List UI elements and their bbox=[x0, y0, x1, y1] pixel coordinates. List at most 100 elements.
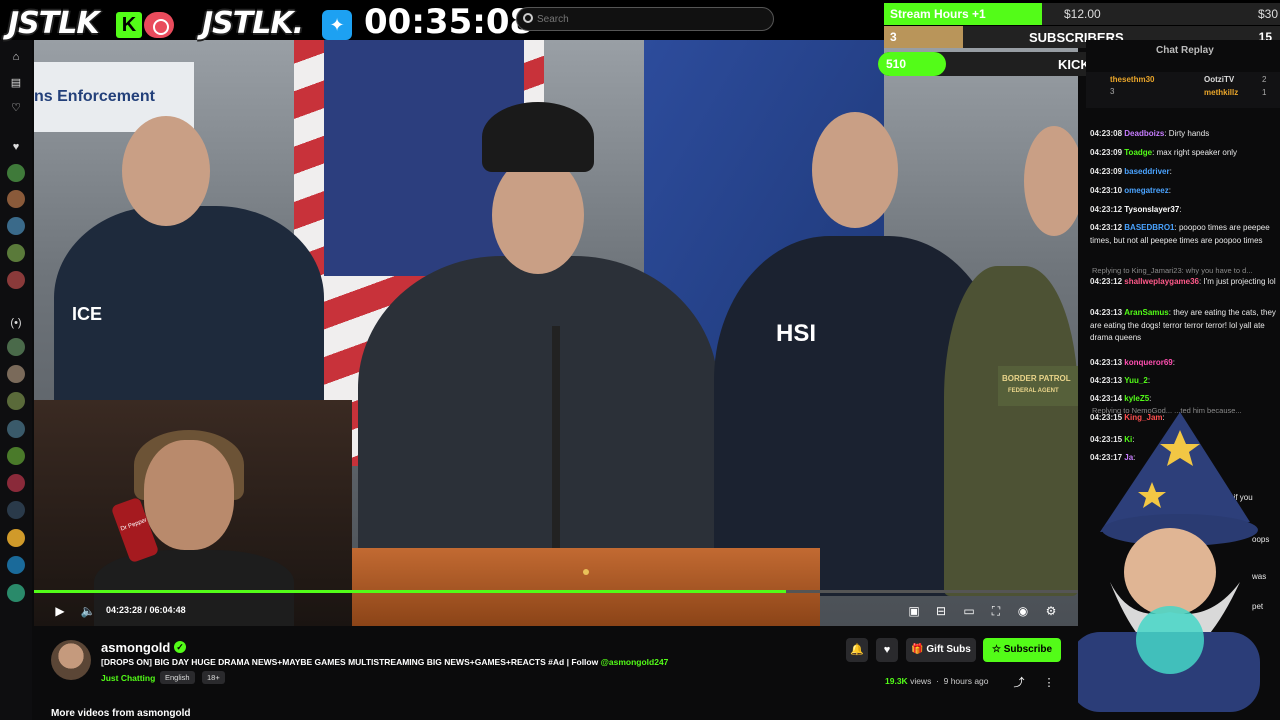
stream-age: 9 hours ago bbox=[943, 676, 989, 686]
verified-check-icon: ✓ bbox=[174, 641, 186, 653]
chat-username[interactable]: Tysonslayer37 bbox=[1124, 205, 1179, 214]
chat-timestamp: 04:23:13 bbox=[1090, 358, 1123, 367]
wizard-hat bbox=[1100, 412, 1250, 532]
person-left-head bbox=[122, 116, 210, 226]
chat-username[interactable]: BASEDBRO1 bbox=[1124, 223, 1174, 232]
chat-username[interactable]: Toadge bbox=[1124, 148, 1152, 157]
notification-bell-icon[interactable]: 🔔 bbox=[846, 638, 868, 662]
chat-timestamp: 04:23:14 bbox=[1090, 394, 1123, 403]
time-total: 06:04:48 bbox=[149, 605, 186, 615]
recommended-channel-avatar[interactable] bbox=[7, 338, 25, 356]
recommended-channel-avatar[interactable] bbox=[7, 365, 25, 383]
home-icon[interactable]: ⌂ bbox=[9, 50, 23, 64]
patch: BORDER PATROL FEDERAL AGENT bbox=[998, 366, 1078, 406]
chat-username[interactable]: AranSamus bbox=[1124, 308, 1168, 317]
gift-subs-button[interactable]: 🎁 Gift Subs bbox=[906, 638, 976, 662]
wizard-mascot bbox=[1070, 412, 1260, 712]
speaker-cap bbox=[482, 102, 594, 172]
chat-timestamp: 04:23:10 bbox=[1090, 186, 1123, 195]
following-icon: ♥ bbox=[12, 141, 20, 153]
search-bar[interactable] bbox=[516, 7, 774, 31]
chat-timestamp: 04:23:13 bbox=[1090, 308, 1123, 317]
chat-timestamp: 04:23:13 bbox=[1090, 376, 1123, 385]
gift-subs-label: Gift Subs bbox=[926, 644, 971, 655]
jstlk-logo-right: JSTLK. bbox=[202, 6, 304, 41]
views-suffix: views bbox=[910, 676, 932, 686]
more-videos-heading: More videos from asmongold bbox=[51, 708, 191, 719]
recommended-channel-avatar[interactable] bbox=[7, 501, 25, 519]
chat-message: 04:23:09 Toadge: max right speaker only bbox=[1090, 148, 1238, 157]
chat-username[interactable]: omegatreez bbox=[1124, 186, 1168, 195]
theater-mode-icon[interactable]: ▭ bbox=[961, 603, 977, 619]
browse-icon[interactable]: ▤ bbox=[9, 76, 23, 90]
chat-timestamp: 04:23:09 bbox=[1090, 167, 1123, 176]
language-tag[interactable]: English bbox=[160, 671, 195, 684]
recommended-channel-avatar[interactable] bbox=[7, 420, 25, 438]
clip-icon[interactable]: ⊟ bbox=[933, 603, 949, 619]
subscribe-button[interactable]: ☆ Subscribe bbox=[983, 638, 1061, 662]
chat-text: Dirty hands bbox=[1168, 129, 1210, 138]
top-gifter-1: thesethm30 bbox=[1110, 75, 1155, 84]
search-input[interactable] bbox=[535, 10, 765, 28]
record-icon bbox=[144, 12, 174, 38]
chat-message: 04:23:10 omegatreez: bbox=[1090, 186, 1171, 195]
chat-message: 04:23:13 AranSamus: they are eating the … bbox=[1090, 308, 1276, 342]
heart-icon[interactable]: ♡ bbox=[9, 101, 23, 115]
chat-username[interactable]: kyleZ5 bbox=[1124, 394, 1149, 403]
podium bbox=[352, 548, 820, 626]
recommended-channel-avatar[interactable] bbox=[7, 529, 25, 547]
chat-reply-context: Replying to King_Jamari23: why you have … bbox=[1092, 266, 1253, 275]
recommended-channel-avatar[interactable] bbox=[7, 447, 25, 465]
soda-can-label: Dr Pepper bbox=[120, 517, 148, 533]
ice-label: ICE bbox=[72, 304, 103, 324]
channel-name[interactable]: asmongold bbox=[101, 640, 170, 655]
chat-username[interactable]: shallweplaygame36 bbox=[1124, 277, 1199, 286]
chat-timestamp: 04:23:12 bbox=[1090, 277, 1123, 286]
donation-current: $12.00 bbox=[1064, 7, 1101, 21]
subs-current: 3 bbox=[890, 30, 897, 44]
follow-heart-icon[interactable]: ♥ bbox=[876, 638, 898, 662]
chat-username[interactable]: konqueror69 bbox=[1124, 358, 1172, 367]
recommended-channel-avatar[interactable] bbox=[7, 584, 25, 602]
recommended-icon: (•) bbox=[10, 317, 22, 329]
video-timecode: 04:23:28 / 06:04:48 bbox=[106, 605, 186, 615]
chat-username[interactable]: baseddriver bbox=[1124, 167, 1169, 176]
hsi-label: HSI bbox=[776, 320, 817, 347]
play-icon[interactable]: ▶ bbox=[52, 603, 68, 619]
crystal-ball bbox=[1136, 606, 1204, 674]
title-handle-link[interactable]: @asmongold247 bbox=[601, 657, 669, 667]
followed-channel-avatar[interactable] bbox=[7, 244, 25, 262]
share-icon[interactable]: ⤴ bbox=[1008, 671, 1030, 695]
age-tag[interactable]: 18+ bbox=[202, 671, 225, 684]
fullscreen-icon[interactable]: ⛶ bbox=[988, 603, 1004, 619]
recommended-channel-avatar[interactable] bbox=[7, 556, 25, 574]
wizard-face bbox=[1124, 528, 1216, 616]
stream-title-text: [DROPS ON] BIG DAY HUGE DRAMA NEWS+MAYBE… bbox=[101, 657, 601, 667]
followed-channel-avatar[interactable] bbox=[7, 217, 25, 235]
followed-channel-avatar[interactable] bbox=[7, 271, 25, 289]
channel-avatar[interactable] bbox=[51, 640, 91, 680]
kick-logo-icon: K bbox=[116, 12, 142, 38]
stream-title: [DROPS ON] BIG DAY HUGE DRAMA NEWS+MAYBE… bbox=[101, 657, 801, 667]
more-options-icon[interactable]: ⋮ bbox=[1038, 671, 1060, 695]
video-player[interactable]: ns Enforcement ICE HSI BORDER PATROL FED… bbox=[34, 36, 1078, 626]
person-far-right bbox=[944, 266, 1078, 596]
volume-icon[interactable]: 🔈 bbox=[80, 603, 96, 619]
jstlk-logo-left: JSTLK bbox=[8, 6, 100, 41]
followed-channel-avatar[interactable] bbox=[7, 190, 25, 208]
chat-username[interactable]: Deadboizs bbox=[1124, 129, 1164, 138]
recommended-channel-avatar[interactable] bbox=[7, 474, 25, 492]
recommended-channel-avatar[interactable] bbox=[7, 392, 25, 410]
quality-icon[interactable]: ◉ bbox=[1015, 603, 1031, 619]
stream-timer: 00:35:08 bbox=[364, 2, 534, 42]
followed-channel-avatar[interactable] bbox=[7, 164, 25, 182]
settings-gear-icon[interactable]: ⚙ bbox=[1043, 603, 1059, 619]
pip-icon[interactable]: ▣ bbox=[906, 603, 922, 619]
chat-username[interactable]: Yuu_2 bbox=[1124, 376, 1148, 385]
speaker bbox=[358, 256, 718, 586]
top-gifter-2: OotziTV bbox=[1204, 75, 1235, 84]
chat-message: 04:23:13 Yuu_2: bbox=[1090, 376, 1151, 385]
top-gifter-1-count: 3 bbox=[1110, 87, 1115, 96]
person-right-head bbox=[812, 112, 898, 228]
category-link[interactable]: Just Chatting bbox=[101, 673, 155, 683]
